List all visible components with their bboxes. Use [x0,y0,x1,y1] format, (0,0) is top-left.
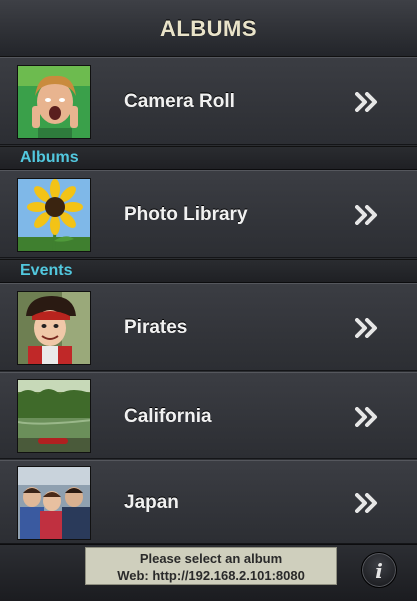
photo-library-thumbnail [17,178,91,252]
album-label: Camera Roll [124,91,235,112]
info-button[interactable]: i [361,552,397,588]
section-header-albums: Albums [0,146,417,170]
japan-thumbnail [17,466,91,540]
album-row-pirates[interactable]: Pirates [0,283,417,371]
album-row-california[interactable]: California [0,372,417,459]
section-title: Events [20,262,73,279]
page-title: ALBUMS [159,16,258,41]
chevron-right-icon [355,318,377,338]
section-header-events: Events [0,259,417,283]
chevron-right-icon [355,205,377,225]
chevron-right-icon [355,92,377,112]
california-thumbnail [17,379,91,453]
album-label: Photo Library [124,204,248,225]
info-icon: i [375,559,383,583]
chevron-right-icon [355,493,377,513]
album-label: Pirates [124,317,188,338]
status-message: Please select an album [139,551,283,566]
album-label: Japan [124,492,179,513]
web-address: Web: http://192.168.2.101:8080 [117,568,305,583]
camera-roll-thumbnail [17,65,91,139]
section-title: Albums [20,149,79,166]
nav-bar: ALBUMS [0,0,417,57]
chevron-right-icon [355,407,377,427]
album-row-camera-roll[interactable]: Camera Roll [0,57,417,145]
album-label: California [124,406,212,427]
pirates-thumbnail [17,291,91,365]
status-panel: Please select an album Web: http://192.1… [85,547,337,585]
album-row-japan[interactable]: Japan [0,460,417,544]
album-row-photo-library[interactable]: Photo Library [0,170,417,258]
